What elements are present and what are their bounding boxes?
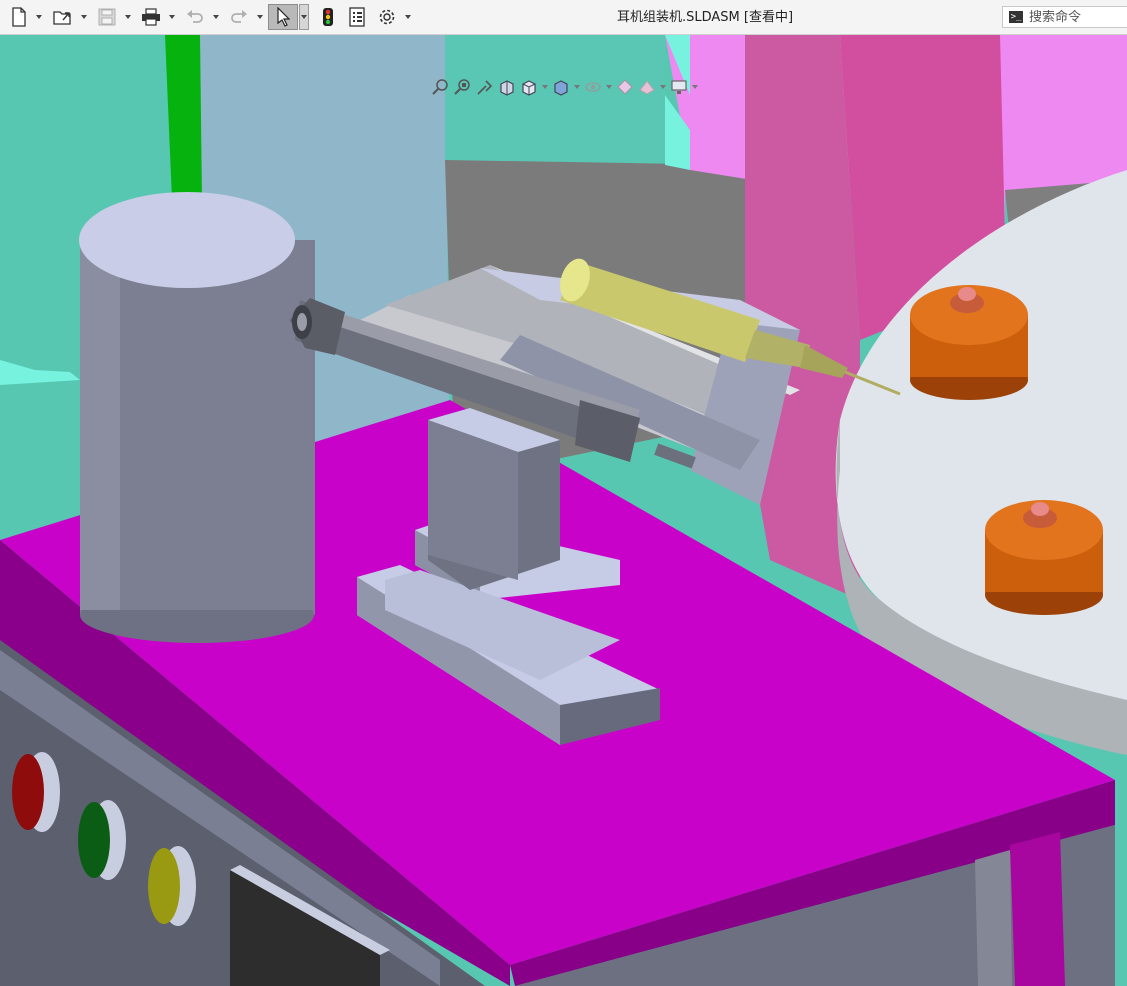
traffic-light-icon xyxy=(323,8,333,26)
green-button-model xyxy=(78,800,126,880)
red-button-model xyxy=(12,752,60,832)
chevron-down-icon xyxy=(213,15,219,19)
search-commands-input[interactable] xyxy=(1029,9,1127,25)
print-dropdown[interactable] xyxy=(167,4,177,30)
zoom-to-fit-icon xyxy=(432,79,448,95)
yellow-button-model xyxy=(148,846,196,926)
undo-icon xyxy=(187,10,203,23)
chevron-down-icon xyxy=(169,15,175,19)
print-button[interactable] xyxy=(140,4,162,30)
chevron-down-icon xyxy=(125,15,131,19)
apply-scene-icon xyxy=(639,80,655,95)
chevron-down-icon xyxy=(574,85,580,89)
options-dropdown[interactable] xyxy=(403,4,413,30)
heads-up-view-toolbar xyxy=(430,75,700,99)
section-view-button[interactable] xyxy=(496,76,518,98)
hide-show-items-button[interactable] xyxy=(582,76,604,98)
assembly-model-render xyxy=(0,35,1127,986)
apply-scene-dropdown[interactable] xyxy=(658,76,668,98)
zoom-to-area-icon xyxy=(454,79,470,95)
select-dropdown[interactable] xyxy=(299,4,309,30)
rebuild-button[interactable] xyxy=(318,4,338,30)
search-box[interactable]: >_ xyxy=(1002,6,1127,28)
view-settings-dropdown[interactable] xyxy=(690,76,700,98)
file-properties-icon xyxy=(349,7,365,27)
save-dropdown[interactable] xyxy=(123,4,133,30)
chevron-down-icon xyxy=(36,15,42,19)
apply-scene-button[interactable] xyxy=(636,76,658,98)
options-button[interactable] xyxy=(376,4,398,30)
graphics-viewport[interactable] xyxy=(0,35,1127,986)
hide-show-items-dropdown[interactable] xyxy=(604,76,614,98)
chevron-down-icon xyxy=(301,15,307,19)
orange-cup-2 xyxy=(985,500,1103,615)
chevron-down-icon xyxy=(606,85,612,89)
file-properties-button[interactable] xyxy=(346,4,368,30)
new-document-icon xyxy=(12,7,26,27)
display-style-dropdown[interactable] xyxy=(572,76,582,98)
new-document-button[interactable] xyxy=(8,4,30,30)
chevron-down-icon xyxy=(692,85,698,89)
open-button[interactable] xyxy=(52,4,74,30)
edit-appearance-icon xyxy=(617,79,633,95)
chevron-down-icon xyxy=(257,15,263,19)
redo-icon xyxy=(231,10,247,23)
command-prompt-icon: >_ xyxy=(1009,11,1023,23)
redo-dropdown[interactable] xyxy=(255,4,265,30)
hide-show-items-icon xyxy=(585,82,601,92)
window-title: 耳机组装机.SLDASM [查看中] xyxy=(616,10,794,25)
undo-dropdown[interactable] xyxy=(211,4,221,30)
previous-view-icon xyxy=(477,80,493,95)
zoom-to-area-button[interactable] xyxy=(452,76,474,98)
select-pointer-icon xyxy=(277,7,290,27)
chevron-down-icon xyxy=(660,85,666,89)
save-button[interactable] xyxy=(96,4,118,30)
section-view-icon xyxy=(500,80,514,96)
view-orientation-dropdown[interactable] xyxy=(540,76,550,98)
open-folder-icon xyxy=(53,11,71,25)
display-style-icon xyxy=(554,80,568,96)
zoom-to-fit-button[interactable] xyxy=(430,76,452,98)
edit-appearance-button[interactable] xyxy=(614,76,636,98)
select-button[interactable] xyxy=(268,4,298,30)
undo-button[interactable] xyxy=(184,4,206,30)
print-icon xyxy=(142,8,160,26)
title-bar: 耳机组装机.SLDASM [查看中] >_ xyxy=(0,0,1127,35)
display-style-button[interactable] xyxy=(550,76,572,98)
orange-cup-1 xyxy=(910,285,1028,400)
gear-icon xyxy=(379,9,395,25)
view-orientation-icon xyxy=(522,80,536,96)
redo-button[interactable] xyxy=(228,4,250,30)
view-settings-icon xyxy=(671,80,687,94)
new-document-dropdown[interactable] xyxy=(34,4,44,30)
chevron-down-icon xyxy=(81,15,87,19)
view-orientation-button[interactable] xyxy=(518,76,540,98)
view-settings-button[interactable] xyxy=(668,76,690,98)
chevron-down-icon xyxy=(405,15,411,19)
previous-view-button[interactable] xyxy=(474,76,496,98)
chevron-down-icon xyxy=(542,85,548,89)
open-dropdown[interactable] xyxy=(79,4,89,30)
save-icon xyxy=(98,8,116,26)
